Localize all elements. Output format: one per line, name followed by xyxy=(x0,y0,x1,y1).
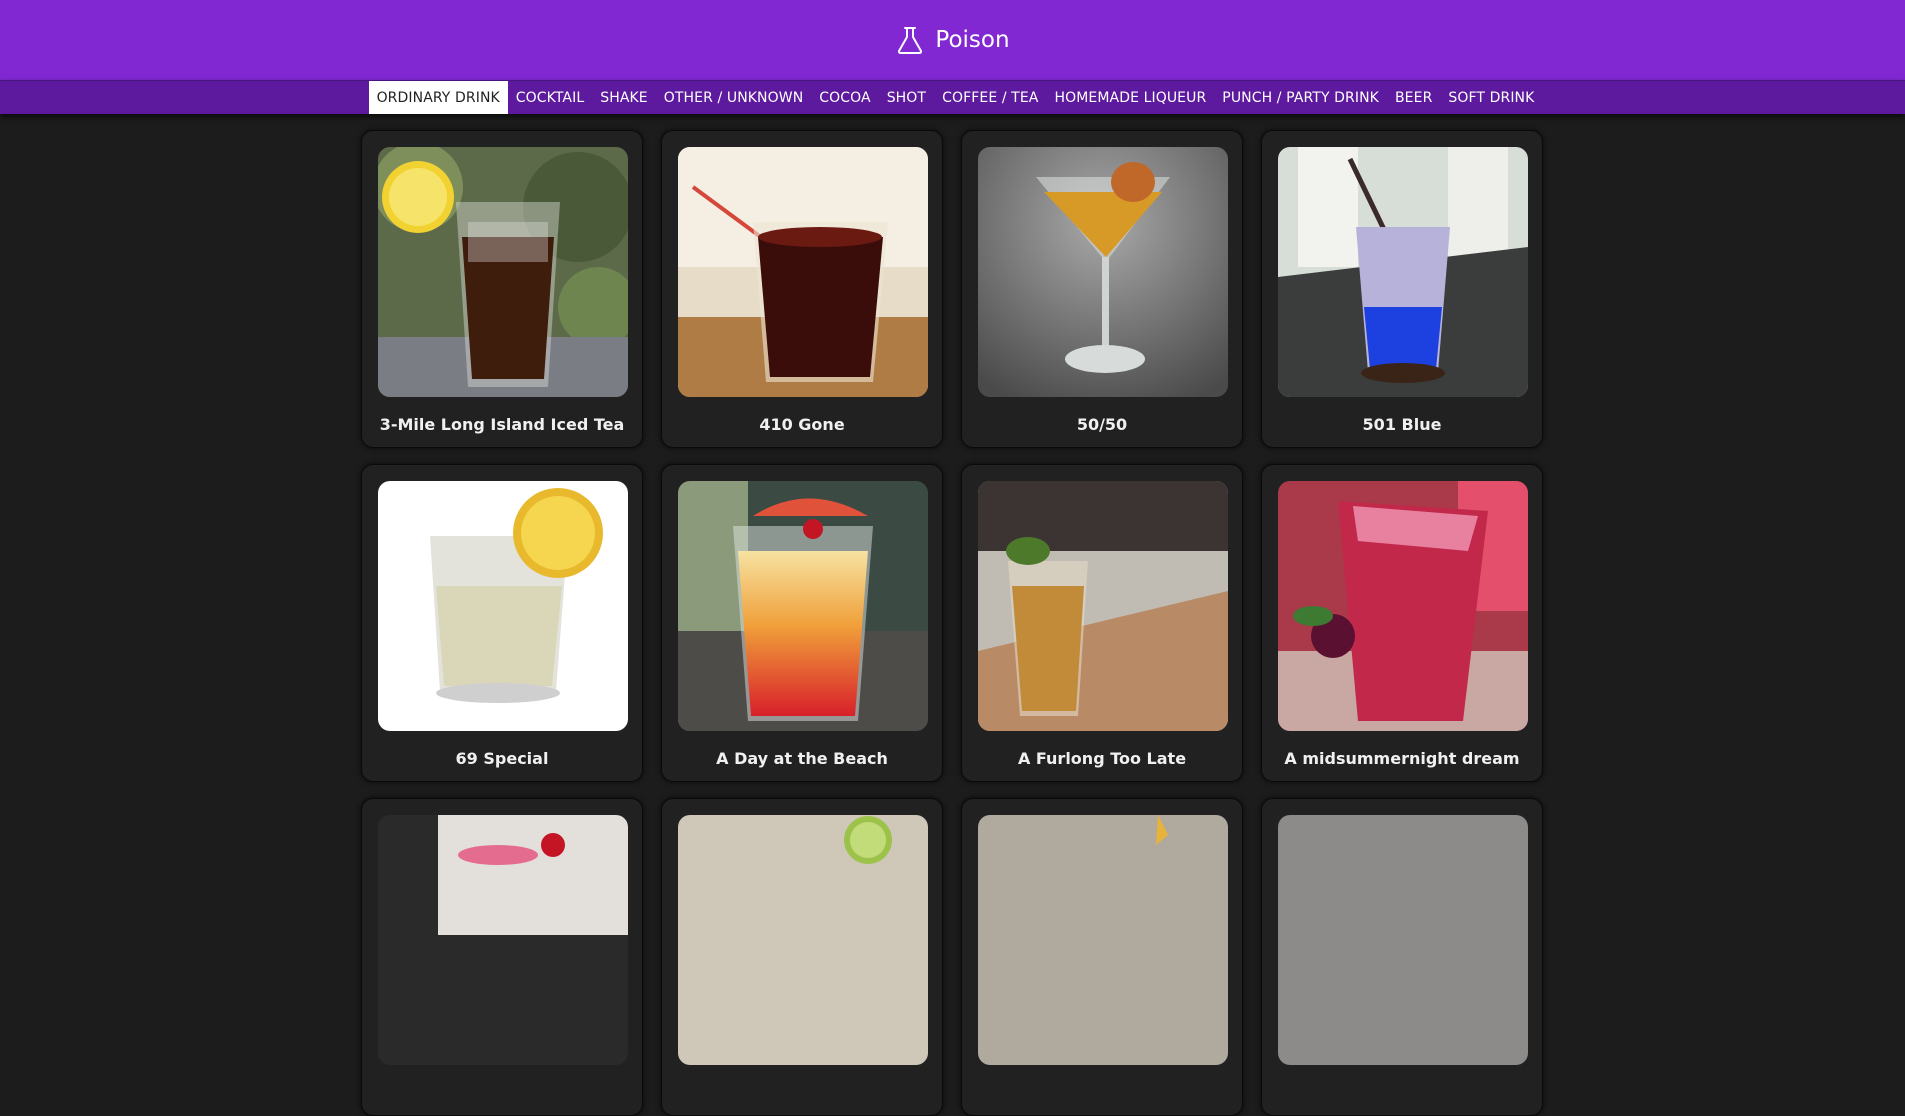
drink-photo xyxy=(1278,481,1528,731)
drink-photo xyxy=(1278,815,1528,1065)
drink-photo xyxy=(678,815,928,1065)
drink-grid: 3-Mile Long Island Iced Tea 410 Gone 50/… xyxy=(361,130,1545,1116)
drink-name: 410 Gone xyxy=(759,415,845,434)
tab-shot[interactable]: SHOT xyxy=(879,81,934,114)
drink-card[interactable]: 50/50 xyxy=(961,130,1243,448)
app-title: Poison xyxy=(935,27,1010,53)
tab-cocktail[interactable]: COCKTAIL xyxy=(508,81,592,114)
drink-card[interactable] xyxy=(961,798,1243,1116)
drink-photo xyxy=(378,481,628,731)
drink-name: A Furlong Too Late xyxy=(1017,749,1187,768)
drink-photo xyxy=(978,815,1228,1065)
drink-name: 3-Mile Long Island Iced Tea xyxy=(379,415,625,434)
drink-name: A midsummernight dream xyxy=(1284,749,1520,768)
drink-photo xyxy=(678,481,928,731)
drink-card[interactable]: 3-Mile Long Island Iced Tea xyxy=(361,130,643,448)
drink-photo xyxy=(678,147,928,397)
drink-photo xyxy=(978,147,1228,397)
category-tabs-bar: ORDINARY DRINK COCKTAIL SHAKE OTHER / UN… xyxy=(0,80,1905,114)
tab-cocoa[interactable]: COCOA xyxy=(811,81,878,114)
drink-photo xyxy=(378,147,628,397)
drink-card[interactable] xyxy=(661,798,943,1116)
tab-soft-drink[interactable]: SOFT DRINK xyxy=(1440,81,1542,114)
flask-icon xyxy=(895,25,925,55)
drink-card[interactable] xyxy=(361,798,643,1116)
drink-name: 69 Special xyxy=(455,749,549,768)
tab-beer[interactable]: BEER xyxy=(1387,81,1440,114)
drink-name: A Day at the Beach xyxy=(716,749,888,768)
brand[interactable]: Poison xyxy=(895,25,1010,55)
drink-card[interactable]: A Day at the Beach xyxy=(661,464,943,782)
tab-shake[interactable]: SHAKE xyxy=(592,81,656,114)
drink-card[interactable] xyxy=(1261,798,1543,1116)
tab-punch-party-drink[interactable]: PUNCH / PARTY DRINK xyxy=(1214,81,1387,114)
drink-photo xyxy=(378,815,628,1065)
tab-other-unknown[interactable]: OTHER / UNKNOWN xyxy=(656,81,812,114)
drink-card[interactable]: 501 Blue xyxy=(1261,130,1543,448)
drink-photo xyxy=(1278,147,1528,397)
app-header: Poison xyxy=(0,0,1905,80)
tab-homemade-liqueur[interactable]: HOMEMADE LIQUEUR xyxy=(1046,81,1214,114)
drink-name: 501 Blue xyxy=(1362,415,1442,434)
tab-coffee-tea[interactable]: COFFEE / TEA xyxy=(934,81,1046,114)
category-tabs: ORDINARY DRINK COCKTAIL SHAKE OTHER / UN… xyxy=(368,81,1543,114)
drink-card[interactable]: A midsummernight dream xyxy=(1261,464,1543,782)
drink-card[interactable]: 410 Gone xyxy=(661,130,943,448)
drink-card[interactable]: A Furlong Too Late xyxy=(961,464,1243,782)
drink-card[interactable]: 69 Special xyxy=(361,464,643,782)
tab-ordinary-drink[interactable]: ORDINARY DRINK xyxy=(368,81,508,114)
drink-name: 50/50 xyxy=(1076,415,1128,434)
drink-photo xyxy=(978,481,1228,731)
